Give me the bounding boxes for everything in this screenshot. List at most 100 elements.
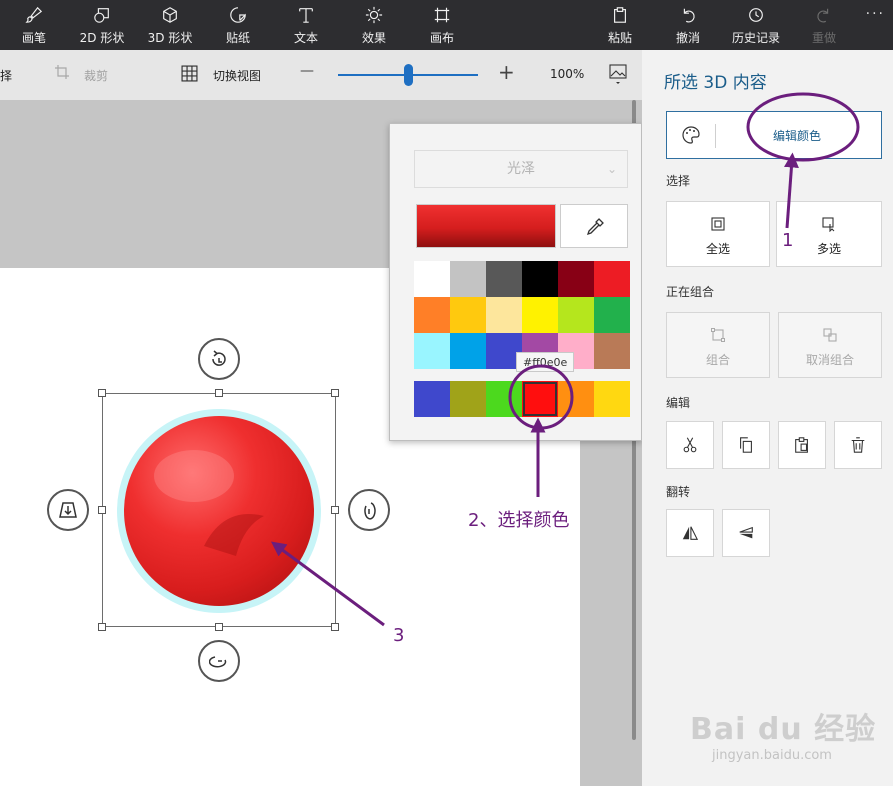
rotate-y-icon	[364, 502, 376, 520]
redo-icon	[806, 6, 842, 28]
rotate-y-button[interactable]	[348, 489, 390, 531]
depth-icon	[59, 502, 77, 518]
color-swatch[interactable]	[594, 297, 630, 333]
history-button[interactable]: 历史记录	[728, 0, 784, 50]
resize-handle-right[interactable]	[331, 506, 339, 514]
copy-icon	[740, 437, 752, 453]
eyedropper-button[interactable]	[560, 204, 628, 248]
switch-view-button[interactable]: 切换视图	[213, 67, 261, 84]
color-swatch-selected[interactable]	[522, 381, 558, 417]
paste-icon	[602, 6, 638, 28]
color-swatch[interactable]	[558, 297, 594, 333]
scissors-icon	[683, 437, 697, 453]
flip-vertical-icon	[739, 526, 753, 539]
flip-vertical-button[interactable]	[722, 509, 770, 557]
color-swatch[interactable]	[594, 381, 630, 417]
paste-button[interactable]: 粘贴	[602, 0, 638, 50]
zoom-slider-thumb[interactable]	[403, 64, 413, 86]
color-swatch[interactable]	[414, 261, 450, 297]
finish-dropdown[interactable]: 光泽 ⌄	[414, 150, 628, 188]
sub-toolbar: 择 裁剪 切换视图 — + 100%	[0, 50, 642, 100]
color-swatch[interactable]	[450, 261, 486, 297]
resize-handle-left[interactable]	[98, 506, 106, 514]
delete-button[interactable]	[834, 421, 882, 469]
tool-sticker[interactable]: 贴纸	[218, 0, 258, 50]
group-label: 组合	[705, 353, 730, 367]
history-label: 历史记录	[731, 31, 780, 45]
ungroup-icon	[779, 327, 881, 345]
grid-view-icon	[181, 65, 198, 85]
edit-color-button[interactable]: 编辑颜色	[666, 111, 882, 159]
ungroup-button[interactable]: 取消组合	[778, 312, 882, 378]
zoom-out-button[interactable]: —	[300, 63, 314, 79]
color-swatch[interactable]	[450, 333, 486, 369]
group-button[interactable]: 组合	[666, 312, 770, 378]
push-depth-button[interactable]	[47, 489, 89, 531]
color-swatch[interactable]	[594, 333, 630, 369]
color-swatch[interactable]	[414, 333, 450, 369]
section-edit: 编辑	[666, 396, 691, 410]
current-color-preview	[416, 204, 556, 248]
tool-3d-shapes[interactable]: 3D 形状	[146, 0, 194, 50]
tool-2d-shapes[interactable]: 2D 形状	[78, 0, 126, 50]
annotation-label-2: 2、选择颜色	[468, 510, 570, 531]
color-swatch[interactable]	[522, 297, 558, 333]
rotate-z-icon	[212, 350, 226, 366]
resize-handle-bottom-left[interactable]	[98, 623, 106, 631]
color-swatch[interactable]	[450, 381, 486, 417]
select-all-label: 全选	[705, 242, 730, 256]
finish-dropdown-value: 光泽	[507, 161, 535, 177]
paste-button-panel[interactable]	[778, 421, 826, 469]
color-swatch[interactable]	[414, 297, 450, 333]
resize-handle-top-right[interactable]	[331, 389, 339, 397]
color-swatch[interactable]	[414, 381, 450, 417]
tool-effects[interactable]: 效果	[354, 0, 394, 50]
select-button[interactable]: 择	[0, 67, 12, 84]
resize-handle-bottom-right[interactable]	[331, 623, 339, 631]
tool-label: 文本	[293, 31, 318, 45]
ungroup-label: 取消组合	[805, 353, 854, 367]
redo-label: 重做	[811, 31, 836, 45]
image-view-icon[interactable]	[609, 64, 627, 89]
palette-icon	[682, 126, 700, 144]
resize-handle-bottom[interactable]	[215, 623, 223, 631]
color-swatch[interactable]	[558, 261, 594, 297]
chevron-down-icon: ⌄	[606, 162, 617, 176]
tool-label: 3D 形状	[147, 31, 193, 45]
history-icon	[728, 6, 784, 28]
rotate-z-button[interactable]	[198, 338, 240, 380]
tool-brush[interactable]: 画笔	[14, 0, 54, 50]
color-swatch[interactable]	[594, 261, 630, 297]
color-swatch[interactable]	[558, 381, 594, 417]
color-swatch[interactable]	[450, 297, 486, 333]
color-swatch[interactable]	[486, 261, 522, 297]
resize-handle-top-left[interactable]	[98, 389, 106, 397]
color-swatch[interactable]	[486, 381, 522, 417]
paste-icon	[795, 437, 808, 453]
text-icon	[286, 6, 326, 28]
undo-button[interactable]: 撤消	[670, 0, 706, 50]
tool-text[interactable]: 文本	[286, 0, 326, 50]
eyedropper-icon	[586, 218, 604, 236]
zoom-percent: 100%	[550, 67, 585, 81]
copy-button[interactable]	[722, 421, 770, 469]
trash-icon	[851, 437, 865, 453]
resize-handle-top[interactable]	[215, 389, 223, 397]
rotate-x-button[interactable]	[198, 640, 240, 682]
more-options-icon[interactable]: ···	[866, 6, 885, 22]
flip-horizontal-button[interactable]	[666, 509, 714, 557]
crop-button[interactable]: 裁剪	[84, 67, 108, 84]
section-group: 正在组合	[666, 285, 715, 299]
redo-button[interactable]: 重做	[806, 0, 842, 50]
select-all-button[interactable]: 全选	[666, 201, 770, 267]
flip-horizontal-icon	[682, 526, 699, 540]
color-swatch[interactable]	[522, 261, 558, 297]
tool-canvas[interactable]: 画布	[422, 0, 462, 50]
cut-button[interactable]	[666, 421, 714, 469]
2d-shapes-icon	[78, 6, 126, 28]
color-swatch[interactable]	[486, 297, 522, 333]
zoom-in-button[interactable]: +	[498, 60, 515, 84]
tool-label: 效果	[361, 31, 386, 45]
tool-label: 2D 形状	[79, 31, 125, 45]
rotate-x-icon	[209, 656, 227, 668]
